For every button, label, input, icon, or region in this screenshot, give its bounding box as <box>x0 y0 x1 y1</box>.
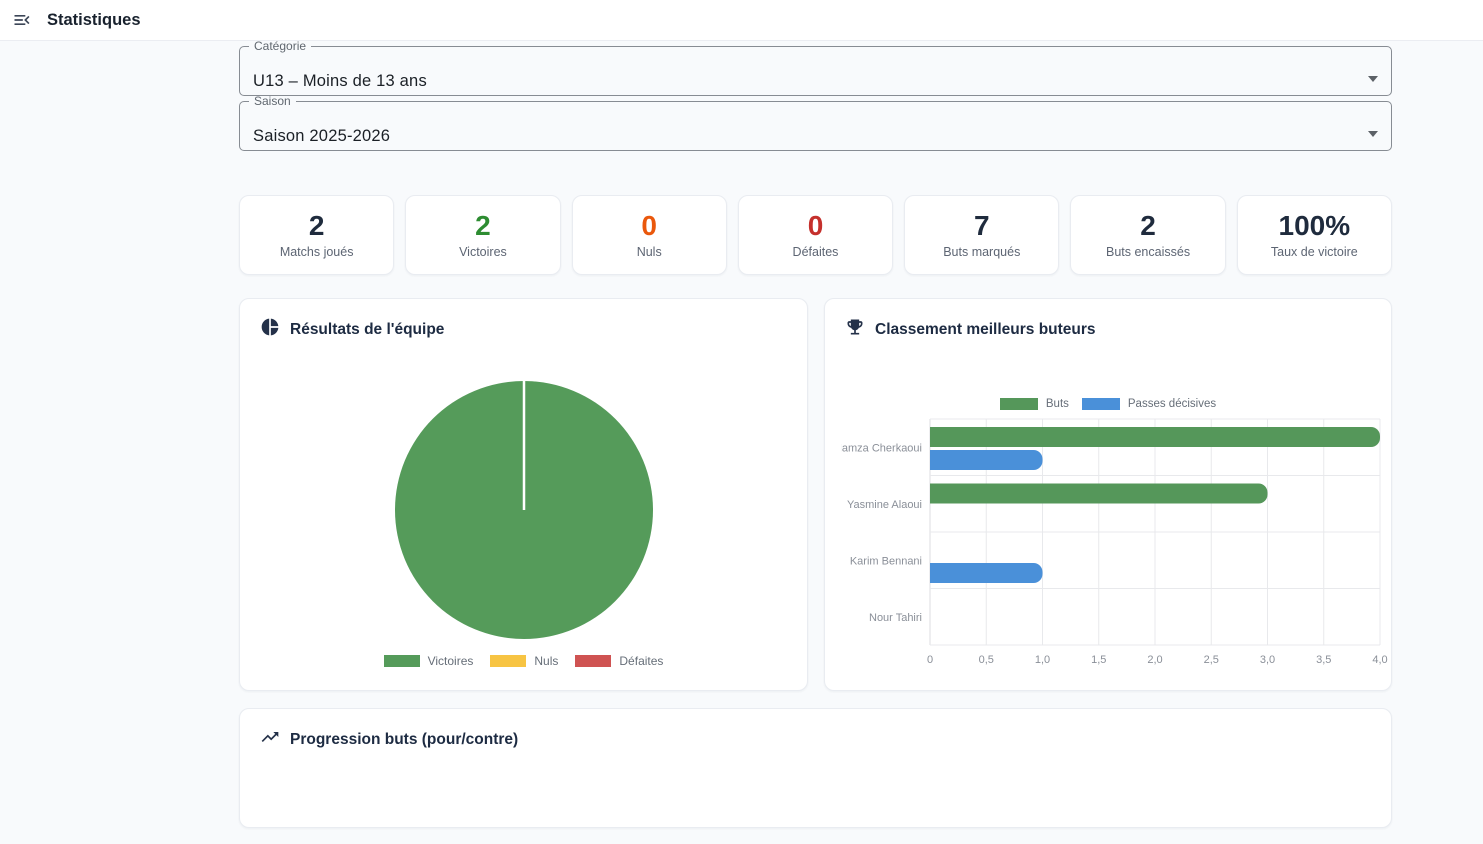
legend-label: Victoires <box>428 654 474 668</box>
svg-text:2,0: 2,0 <box>1147 654 1162 666</box>
stat-card-defaites: 0 Défaites <box>738 195 893 275</box>
svg-text:Nour Tahiri: Nour Tahiri <box>869 612 922 624</box>
season-select-value: Saison 2025-2026 <box>253 127 390 146</box>
stat-label: Taux de victoire <box>1271 245 1358 259</box>
stat-card-victoires: 2 Victoires <box>405 195 560 275</box>
stat-value: 2 <box>475 211 491 240</box>
bar-card-header: Classement meilleurs buteurs <box>841 317 1375 342</box>
bar-legend-swatch <box>1000 398 1038 410</box>
main-content: Catégorie U13 – Moins de 13 ans Saison S… <box>239 41 1392 828</box>
pie-legend: Victoires Nuls Défaites <box>256 654 791 668</box>
legend-item-defaites[interactable]: Défaites <box>575 654 663 668</box>
stat-value: 100% <box>1279 211 1351 240</box>
stat-label: Matchs joués <box>280 245 354 259</box>
menu-open-icon[interactable] <box>9 7 35 33</box>
stat-label: Défaites <box>793 245 839 259</box>
pie-card-header: Résultats de l'équipe <box>256 317 791 342</box>
bar-legend-swatch <box>1082 398 1120 410</box>
pie-chart-icon <box>260 317 280 342</box>
stat-card-buts-marques: 7 Buts marqués <box>904 195 1059 275</box>
stat-label: Victoires <box>459 245 507 259</box>
category-select[interactable]: Catégorie U13 – Moins de 13 ans <box>239 41 1392 96</box>
stat-card-buts-encaisses: 2 Buts encaissés <box>1070 195 1225 275</box>
stat-card-matchs-joues: 2 Matchs joués <box>239 195 394 275</box>
season-select[interactable]: Saison Saison 2025-2026 <box>239 96 1392 151</box>
progress-card-header: Progression buts (pour/contre) <box>256 727 1375 752</box>
svg-text:Karim Bennani: Karim Bennani <box>850 555 922 567</box>
pie-legend-swatch <box>384 655 420 667</box>
legend-item-nuls[interactable]: Nuls <box>490 654 558 668</box>
stat-value: 0 <box>641 211 657 240</box>
svg-text:Yasmine Alaoui: Yasmine Alaoui <box>847 499 922 511</box>
stats-row: 2 Matchs joués 2 Victoires 0 Nuls 0 Défa… <box>239 195 1392 275</box>
legend-label: Passes décisives <box>1128 398 1216 410</box>
stat-label: Nuls <box>637 245 662 259</box>
stat-card-taux-victoire: 100% Taux de victoire <box>1237 195 1392 275</box>
svg-text:Hamza Cherkaoui: Hamza Cherkaoui <box>841 442 922 454</box>
legend-item-buts[interactable]: Buts <box>1000 398 1069 410</box>
legend-label: Nuls <box>534 654 558 668</box>
top-scorers-card: Classement meilleurs buteurs Buts Passes… <box>824 298 1392 691</box>
category-select-value: U13 – Moins de 13 ans <box>253 72 427 91</box>
trophy-icon <box>845 317 865 342</box>
pie-card-title: Résultats de l'équipe <box>290 321 444 339</box>
svg-text:3,5: 3,5 <box>1316 654 1331 666</box>
legend-item-passes[interactable]: Passes décisives <box>1082 398 1216 410</box>
stat-value: 0 <box>808 211 824 240</box>
stat-label: Buts marqués <box>943 245 1020 259</box>
goals-progression-card: Progression buts (pour/contre) <box>239 708 1392 828</box>
stat-label: Buts encaissés <box>1106 245 1190 259</box>
svg-text:0: 0 <box>927 654 933 666</box>
svg-text:2,5: 2,5 <box>1204 654 1219 666</box>
stat-value: 2 <box>1140 211 1156 240</box>
bar-card-title: Classement meilleurs buteurs <box>875 321 1096 339</box>
progress-card-title: Progression buts (pour/contre) <box>290 731 518 749</box>
charts-row: Résultats de l'équipe Victoires Nuls Déf… <box>239 298 1392 691</box>
legend-label: Buts <box>1046 398 1069 410</box>
category-select-label: Catégorie <box>254 39 306 53</box>
legend-item-victoires[interactable]: Victoires <box>384 654 474 668</box>
chevron-down-icon <box>1368 131 1378 137</box>
chevron-down-icon <box>1368 76 1378 82</box>
svg-text:3,0: 3,0 <box>1260 654 1275 666</box>
svg-text:1,0: 1,0 <box>1035 654 1050 666</box>
team-results-pie-chart[interactable] <box>394 380 654 640</box>
svg-text:1,5: 1,5 <box>1091 654 1106 666</box>
pie-legend-swatch <box>490 655 526 667</box>
page-title: Statistiques <box>47 11 141 30</box>
season-select-label: Saison <box>254 94 291 108</box>
top-scorers-bar-chart[interactable]: 0 0,5 1,0 1,5 2,0 2,5 3,0 3,5 4,0 Hamza Cherkaoui… <box>841 418 1393 670</box>
svg-text:0,5: 0,5 <box>979 654 994 666</box>
stat-card-nuls: 0 Nuls <box>572 195 727 275</box>
bar-legend: Buts Passes décisives <box>841 398 1375 410</box>
legend-label: Défaites <box>619 654 663 668</box>
stat-value: 2 <box>309 211 325 240</box>
svg-text:4,0: 4,0 <box>1372 654 1387 666</box>
pie-legend-swatch <box>575 655 611 667</box>
topbar: Statistiques <box>0 0 1483 41</box>
trending-up-icon <box>260 727 280 752</box>
stat-value: 7 <box>974 211 990 240</box>
team-results-card: Résultats de l'équipe Victoires Nuls Déf… <box>239 298 808 691</box>
